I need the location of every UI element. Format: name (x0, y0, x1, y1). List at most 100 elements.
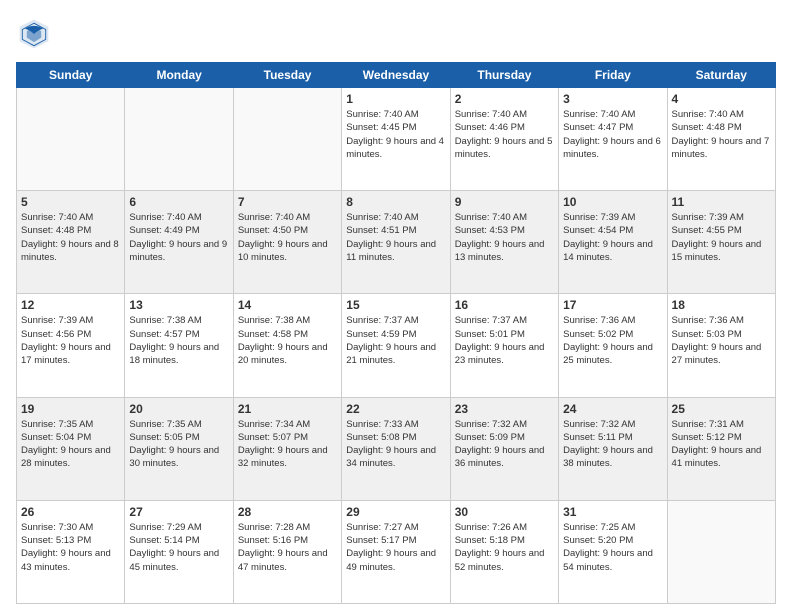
day-info: Sunrise: 7:31 AM Sunset: 5:12 PM Dayligh… (672, 418, 771, 471)
day-number: 18 (672, 298, 771, 312)
day-info: Sunrise: 7:40 AM Sunset: 4:48 PM Dayligh… (21, 211, 120, 264)
calendar-cell: 9 Sunrise: 7:40 AM Sunset: 4:53 PM Daylig… (450, 191, 558, 294)
calendar-cell: 25 Sunrise: 7:31 AM Sunset: 5:12 PM Dayli… (667, 397, 775, 500)
day-info: Sunrise: 7:33 AM Sunset: 5:08 PM Dayligh… (346, 418, 445, 471)
logo (16, 16, 56, 52)
day-number: 27 (129, 505, 228, 519)
calendar-cell: 17 Sunrise: 7:36 AM Sunset: 5:02 PM Dayli… (559, 294, 667, 397)
day-info: Sunrise: 7:35 AM Sunset: 5:05 PM Dayligh… (129, 418, 228, 471)
day-header: Monday (125, 63, 233, 88)
day-info: Sunrise: 7:39 AM Sunset: 4:56 PM Dayligh… (21, 314, 120, 367)
day-number: 21 (238, 402, 337, 416)
calendar-cell (17, 88, 125, 191)
day-info: Sunrise: 7:25 AM Sunset: 5:20 PM Dayligh… (563, 521, 662, 574)
calendar-cell (667, 500, 775, 603)
day-info: Sunrise: 7:26 AM Sunset: 5:18 PM Dayligh… (455, 521, 554, 574)
day-number: 8 (346, 195, 445, 209)
calendar-cell: 13 Sunrise: 7:38 AM Sunset: 4:57 PM Dayli… (125, 294, 233, 397)
calendar-cell: 31 Sunrise: 7:25 AM Sunset: 5:20 PM Dayli… (559, 500, 667, 603)
calendar-cell: 23 Sunrise: 7:32 AM Sunset: 5:09 PM Dayli… (450, 397, 558, 500)
calendar-week-row: 1 Sunrise: 7:40 AM Sunset: 4:45 PM Daylig… (17, 88, 776, 191)
day-info: Sunrise: 7:40 AM Sunset: 4:53 PM Dayligh… (455, 211, 554, 264)
day-number: 23 (455, 402, 554, 416)
day-number: 29 (346, 505, 445, 519)
calendar-week-row: 26 Sunrise: 7:30 AM Sunset: 5:13 PM Dayli… (17, 500, 776, 603)
page: SundayMondayTuesdayWednesdayThursdayFrid… (0, 0, 792, 612)
day-info: Sunrise: 7:38 AM Sunset: 4:58 PM Dayligh… (238, 314, 337, 367)
calendar-week-row: 12 Sunrise: 7:39 AM Sunset: 4:56 PM Dayli… (17, 294, 776, 397)
day-number: 6 (129, 195, 228, 209)
calendar-cell: 24Sunrise: 7:32 AM Sunset: 5:11 PM Dayli… (559, 397, 667, 500)
day-info: Sunrise: 7:30 AM Sunset: 5:13 PM Dayligh… (21, 521, 120, 574)
day-number: 13 (129, 298, 228, 312)
calendar-cell: 8 Sunrise: 7:40 AM Sunset: 4:51 PM Daylig… (342, 191, 450, 294)
day-info: Sunrise: 7:27 AM Sunset: 5:17 PM Dayligh… (346, 521, 445, 574)
calendar-cell: 14 Sunrise: 7:38 AM Sunset: 4:58 PM Dayli… (233, 294, 341, 397)
day-header: Sunday (17, 63, 125, 88)
day-number: 12 (21, 298, 120, 312)
calendar-cell: 4 Sunrise: 7:40 AM Sunset: 4:48 PM Daylig… (667, 88, 775, 191)
day-info: Sunrise: 7:29 AM Sunset: 5:14 PM Dayligh… (129, 521, 228, 574)
day-number: 17 (563, 298, 662, 312)
day-number: 14 (238, 298, 337, 312)
day-number: 25 (672, 402, 771, 416)
day-number: 22 (346, 402, 445, 416)
calendar-cell: 29 Sunrise: 7:27 AM Sunset: 5:17 PM Dayli… (342, 500, 450, 603)
day-number: 31 (563, 505, 662, 519)
day-header: Thursday (450, 63, 558, 88)
day-number: 9 (455, 195, 554, 209)
day-header: Wednesday (342, 63, 450, 88)
day-info: Sunrise: 7:40 AM Sunset: 4:51 PM Dayligh… (346, 211, 445, 264)
day-info: Sunrise: 7:32 AM Sunset: 5:11 PM Dayligh… (563, 418, 662, 471)
day-number: 2 (455, 92, 554, 106)
day-info: Sunrise: 7:40 AM Sunset: 4:49 PM Dayligh… (129, 211, 228, 264)
day-header: Tuesday (233, 63, 341, 88)
calendar: SundayMondayTuesdayWednesdayThursdayFrid… (16, 62, 776, 604)
calendar-cell: 3Sunrise: 7:40 AM Sunset: 4:47 PM Daylig… (559, 88, 667, 191)
calendar-cell: 30 Sunrise: 7:26 AM Sunset: 5:18 PM Dayli… (450, 500, 558, 603)
calendar-cell: 28 Sunrise: 7:28 AM Sunset: 5:16 PM Dayli… (233, 500, 341, 603)
day-info: Sunrise: 7:35 AM Sunset: 5:04 PM Dayligh… (21, 418, 120, 471)
day-number: 20 (129, 402, 228, 416)
day-info: Sunrise: 7:38 AM Sunset: 4:57 PM Dayligh… (129, 314, 228, 367)
day-number: 30 (455, 505, 554, 519)
day-info: Sunrise: 7:28 AM Sunset: 5:16 PM Dayligh… (238, 521, 337, 574)
day-info: Sunrise: 7:36 AM Sunset: 5:02 PM Dayligh… (563, 314, 662, 367)
day-header: Saturday (667, 63, 775, 88)
day-info: Sunrise: 7:37 AM Sunset: 5:01 PM Dayligh… (455, 314, 554, 367)
calendar-week-row: 19 Sunrise: 7:35 AM Sunset: 5:04 PM Dayli… (17, 397, 776, 500)
day-number: 28 (238, 505, 337, 519)
day-number: 16 (455, 298, 554, 312)
calendar-cell: 11Sunrise: 7:39 AM Sunset: 4:55 PM Dayli… (667, 191, 775, 294)
day-info: Sunrise: 7:40 AM Sunset: 4:48 PM Dayligh… (672, 108, 771, 161)
day-info: Sunrise: 7:37 AM Sunset: 4:59 PM Dayligh… (346, 314, 445, 367)
day-info: Sunrise: 7:32 AM Sunset: 5:09 PM Dayligh… (455, 418, 554, 471)
day-number: 1 (346, 92, 445, 106)
calendar-cell: 18Sunrise: 7:36 AM Sunset: 5:03 PM Dayli… (667, 294, 775, 397)
calendar-cell: 19 Sunrise: 7:35 AM Sunset: 5:04 PM Dayli… (17, 397, 125, 500)
day-number: 4 (672, 92, 771, 106)
day-number: 10 (563, 195, 662, 209)
calendar-cell: 15 Sunrise: 7:37 AM Sunset: 4:59 PM Dayli… (342, 294, 450, 397)
day-info: Sunrise: 7:40 AM Sunset: 4:45 PM Dayligh… (346, 108, 445, 161)
calendar-cell: 22 Sunrise: 7:33 AM Sunset: 5:08 PM Dayli… (342, 397, 450, 500)
calendar-cell: 20 Sunrise: 7:35 AM Sunset: 5:05 PM Dayli… (125, 397, 233, 500)
day-number: 15 (346, 298, 445, 312)
calendar-cell: 16 Sunrise: 7:37 AM Sunset: 5:01 PM Dayli… (450, 294, 558, 397)
calendar-cell: 7Sunrise: 7:40 AM Sunset: 4:50 PM Daylig… (233, 191, 341, 294)
day-info: Sunrise: 7:39 AM Sunset: 4:55 PM Dayligh… (672, 211, 771, 264)
calendar-cell: 12 Sunrise: 7:39 AM Sunset: 4:56 PM Dayli… (17, 294, 125, 397)
day-number: 3 (563, 92, 662, 106)
days-header-row: SundayMondayTuesdayWednesdayThursdayFrid… (17, 63, 776, 88)
calendar-cell: 6 Sunrise: 7:40 AM Sunset: 4:49 PM Daylig… (125, 191, 233, 294)
calendar-week-row: 5Sunrise: 7:40 AM Sunset: 4:48 PM Daylig… (17, 191, 776, 294)
calendar-cell: 5Sunrise: 7:40 AM Sunset: 4:48 PM Daylig… (17, 191, 125, 294)
header (16, 16, 776, 52)
day-number: 19 (21, 402, 120, 416)
calendar-cell: 26 Sunrise: 7:30 AM Sunset: 5:13 PM Dayli… (17, 500, 125, 603)
day-info: Sunrise: 7:39 AM Sunset: 4:54 PM Dayligh… (563, 211, 662, 264)
day-number: 26 (21, 505, 120, 519)
calendar-cell: 21Sunrise: 7:34 AM Sunset: 5:07 PM Dayli… (233, 397, 341, 500)
calendar-cell: 27 Sunrise: 7:29 AM Sunset: 5:14 PM Dayli… (125, 500, 233, 603)
day-header: Friday (559, 63, 667, 88)
